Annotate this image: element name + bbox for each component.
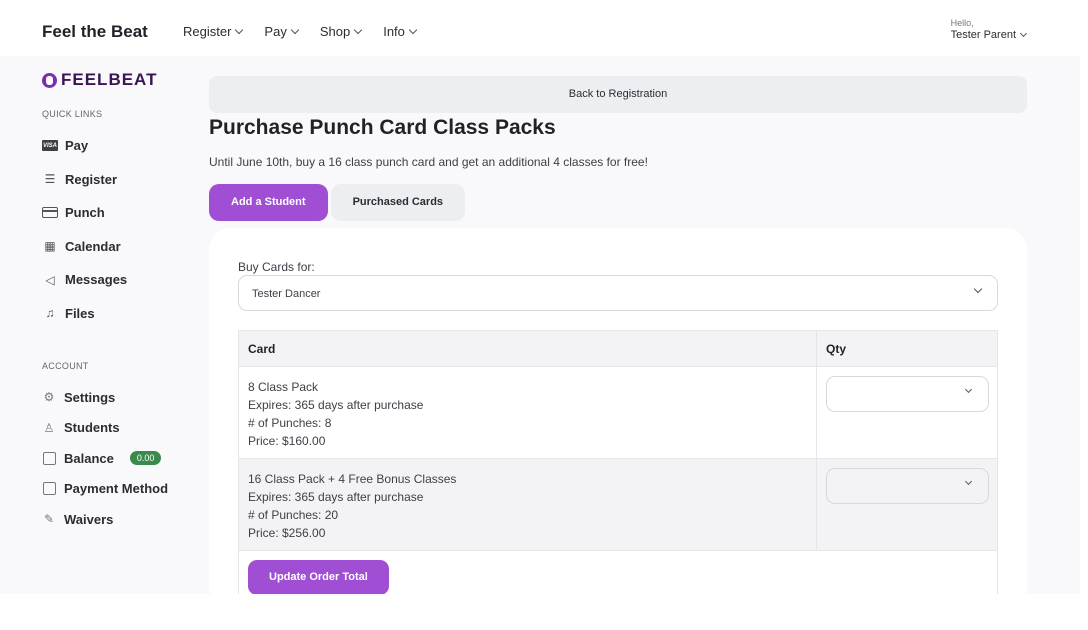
card-name: 8 Class Pack [248,380,319,394]
card-price: Price: $160.00 [248,434,326,448]
sidebar-item-label: Calendar [65,238,121,254]
main-nav: Register Pay Shop Info [183,24,418,39]
chevron-down-icon [353,25,363,35]
sidebar-item-settings[interactable]: ⚙ Settings [42,382,168,413]
update-order-total-button[interactable]: Update Order Total [248,560,389,594]
chevron-down-icon [1019,29,1028,38]
column-header-qty: Qty [826,342,847,356]
brand-title[interactable]: Feel the Beat [42,22,148,42]
card-info: 16 Class Pack + 4 Free Bonus Classes Exp… [239,459,817,550]
nav-info-label: Info [383,24,405,39]
tab-purchased-cards[interactable]: Purchased Cards [330,184,466,221]
card-punches: # of Punches: 20 [248,508,339,522]
account-heading: ACCOUNT [42,361,89,371]
sidebar-item-label: Register [65,171,118,187]
sidebar-item-messages[interactable]: ◁ Messages [42,263,127,297]
buy-for-label: Buy Cards for: [238,260,315,274]
column-header-card: Card [239,331,817,366]
qty-cell [817,459,997,550]
visa-card-icon: VISA [42,139,58,153]
back-to-registration-button[interactable]: Back to Registration [209,76,1027,113]
page-title: Purchase Punch Card Class Packs [209,116,556,139]
sidebar-item-label: Students [64,420,120,436]
student-select[interactable]: Tester Dancer [238,275,998,311]
user-icon: ♙ [43,420,55,435]
sidebar-item-balance[interactable]: Balance 0.00 [42,443,168,474]
sidebar-item-payment-method[interactable]: Payment Method [42,474,168,505]
nav-register[interactable]: Register [183,24,244,39]
promo-text: Until June 10th, buy a 16 class punch ca… [209,155,648,169]
sidebar-item-label: Payment Method [64,481,169,497]
nav-register-label: Register [183,24,232,39]
card-punches: # of Punches: 8 [248,416,332,430]
tab-add-student[interactable]: Add a Student [209,184,328,221]
top-navbar: Feel the Beat Register Pay Shop Info Hel… [0,6,1080,56]
sidebar-item-label: Files [65,305,95,321]
gear-icon: ⚙ [43,390,55,405]
sidebar-item-label: Messages [65,272,128,288]
card-price: Price: $256.00 [248,526,326,540]
sidebar-item-punch[interactable]: Punch [42,196,127,230]
music-note-icon: ♫ [45,306,55,321]
card-table: Card Qty 8 Class Pack Expires: 365 days … [238,330,998,594]
user-name: Tester Parent [950,29,1028,41]
purchase-panel: Buy Cards for: Tester Dancer Card Qty 8 … [209,228,1027,594]
student-select-value: Tester Dancer [252,288,321,300]
edit-icon: ✎ [43,512,55,527]
nav-shop[interactable]: Shop [319,24,363,39]
sidebar-item-students[interactable]: ♙ Students [42,413,168,444]
sidebar-item-label: Settings [64,389,116,405]
megaphone-icon: ◁ [45,272,55,287]
sidebar-item-label: Pay [65,138,89,154]
feelbeat-logo[interactable]: FEELBEAT [42,70,157,90]
nav-pay-label: Pay [264,24,287,39]
qty-cell [817,367,997,458]
balance-badge: 0.00 [129,451,162,466]
table-footer: Update Order Total [238,551,998,594]
calendar-icon: ▦ [44,239,56,254]
chart-icon [42,451,56,465]
table-header: Card Qty [238,330,998,367]
chevron-down-icon [408,25,418,35]
app-frame: Feel the Beat Register Pay Shop Info Hel… [0,6,1080,594]
chevron-down-icon [964,385,973,394]
qty-select[interactable] [826,376,989,412]
quick-links-list: VISA Pay ☰ Register Punch ▦ Calendar ◁ M… [42,129,127,330]
chevron-down-icon [964,477,973,486]
tab-bar: Add a Student Purchased Cards [209,184,466,221]
qty-select[interactable] [826,468,989,504]
quick-links-heading: QUICK LINKS [42,109,103,119]
sidebar-item-pay[interactable]: VISA Pay [42,129,127,163]
card-name: 16 Class Pack + 4 Free Bonus Classes [248,472,457,486]
chevron-down-icon [235,25,244,35]
table-row: 8 Class Pack Expires: 365 days after pur… [238,367,998,459]
card-expires: Expires: 365 days after purchase [248,398,424,412]
sidebar-item-waivers[interactable]: ✎ Waivers [42,504,168,535]
sidebar-item-label: Punch [65,205,105,221]
user-name-label: Tester Parent [950,29,1016,41]
chevron-down-icon [290,25,300,35]
card-info: 8 Class Pack Expires: 365 days after pur… [239,367,817,458]
sidebar-item-files[interactable]: ♫ Files [42,297,127,331]
user-menu[interactable]: Hello, Tester Parent [950,18,1028,41]
wallet-icon [42,482,56,496]
nav-shop-label: Shop [319,24,351,39]
table-row: 16 Class Pack + 4 Free Bonus Classes Exp… [238,459,998,551]
chevron-down-icon [973,284,983,294]
nav-info[interactable]: Info [383,24,418,39]
sidebar-item-register[interactable]: ☰ Register [42,163,127,197]
logo-text: FEELBEAT [61,70,158,89]
card-expires: Expires: 365 days after purchase [248,490,424,504]
nav-pay[interactable]: Pay [264,24,300,39]
hand-logo-icon [42,72,57,88]
account-list: ⚙ Settings ♙ Students Balance 0.00 Payme… [42,382,168,535]
sidebar-item-calendar[interactable]: ▦ Calendar [42,230,127,264]
greeting: Hello, [950,18,974,28]
list-icon: ☰ [44,172,56,187]
sidebar-item-label: Balance [64,450,114,466]
card-icon [42,206,58,220]
sidebar-item-label: Waivers [64,511,114,527]
